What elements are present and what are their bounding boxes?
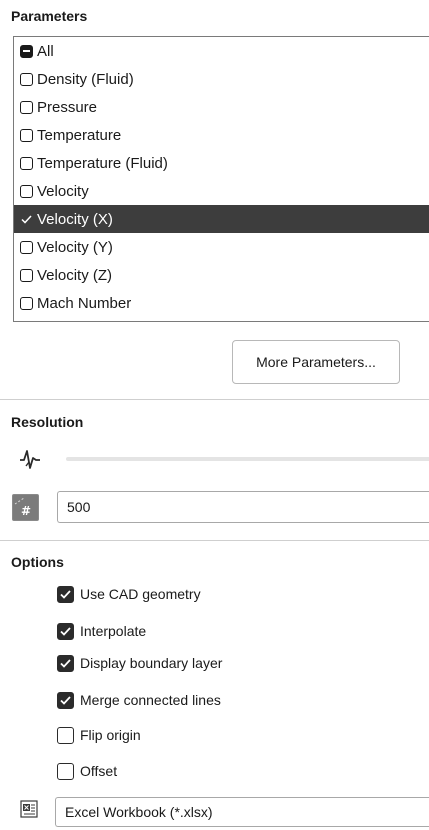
checked-checkbox-icon[interactable] xyxy=(57,654,74,672)
param-item-temperature[interactable]: Temperature xyxy=(14,121,429,149)
excel-file-icon xyxy=(20,800,38,818)
param-item-pressure[interactable]: Pressure xyxy=(14,93,429,121)
indeterminate-checkbox-icon[interactable] xyxy=(20,44,33,58)
option-offset[interactable]: Offset xyxy=(57,761,117,781)
checkbox-icon[interactable] xyxy=(20,156,33,170)
points-count-icon: # xyxy=(12,494,39,521)
option-label: Display boundary layer xyxy=(80,655,223,671)
more-parameters-button[interactable]: More Parameters... xyxy=(232,340,400,384)
option-display-boundary-layer[interactable]: Display boundary layer xyxy=(57,653,222,673)
param-item-label: Velocity (Y) xyxy=(37,238,113,256)
param-item-velocity-z[interactable]: Velocity (Z) xyxy=(14,261,429,289)
param-item-label: Temperature xyxy=(37,126,122,144)
param-item-label: Velocity (X) xyxy=(37,210,113,228)
checked-checkbox-icon[interactable] xyxy=(57,691,74,709)
checkbox-icon[interactable] xyxy=(57,726,74,744)
param-item-density-fluid[interactable]: Density (Fluid) xyxy=(14,65,429,93)
parameters-list[interactable]: All Density (Fluid) Pressure Temperature… xyxy=(13,36,429,322)
param-item-label: Density (Fluid) xyxy=(37,70,134,88)
param-item-label: Mach Number xyxy=(37,294,132,312)
checkbox-icon[interactable] xyxy=(20,296,33,310)
options-title: Options xyxy=(11,554,64,570)
divider xyxy=(0,399,429,400)
parameters-title: Parameters xyxy=(11,8,88,24)
param-item-velocity-x[interactable]: Velocity (X) xyxy=(14,205,429,233)
checkbox-icon[interactable] xyxy=(20,72,33,86)
divider xyxy=(0,540,429,541)
option-label: Flip origin xyxy=(80,727,141,743)
resolution-input[interactable] xyxy=(57,491,429,523)
checkbox-icon[interactable] xyxy=(20,100,33,114)
resolution-slider[interactable] xyxy=(66,457,429,461)
param-item-temperature-fluid[interactable]: Temperature (Fluid) xyxy=(14,149,429,177)
resolution-title: Resolution xyxy=(11,414,84,430)
option-flip-origin[interactable]: Flip origin xyxy=(57,725,141,745)
option-interpolate[interactable]: Interpolate xyxy=(57,621,146,641)
waveform-icon xyxy=(20,450,40,469)
option-label: Interpolate xyxy=(80,623,147,639)
checked-checkbox-icon[interactable] xyxy=(57,622,74,640)
checkmark-icon[interactable] xyxy=(20,213,33,226)
svg-text:#: # xyxy=(21,504,31,518)
checkbox-icon[interactable] xyxy=(20,184,33,198)
checkbox-icon[interactable] xyxy=(57,762,74,780)
checkbox-icon[interactable] xyxy=(20,268,33,282)
param-item-label: Pressure xyxy=(37,98,98,116)
param-item-partial[interactable] xyxy=(14,317,429,321)
option-label: Use CAD geometry xyxy=(80,586,201,602)
export-format-select[interactable]: Excel Workbook (*.xlsx) xyxy=(55,797,429,827)
option-label: Offset xyxy=(80,763,118,779)
param-item-velocity-y[interactable]: Velocity (Y) xyxy=(14,233,429,261)
checked-checkbox-icon[interactable] xyxy=(57,585,74,603)
param-item-all[interactable]: All xyxy=(14,37,429,65)
option-use-cad-geometry[interactable]: Use CAD geometry xyxy=(57,584,201,604)
checkbox-icon[interactable] xyxy=(20,128,33,142)
option-label: Merge connected lines xyxy=(80,692,221,708)
param-item-velocity[interactable]: Velocity xyxy=(14,177,429,205)
param-item-label: Velocity (Z) xyxy=(37,266,113,284)
param-item-label: Temperature (Fluid) xyxy=(37,154,168,172)
param-item-label: Velocity xyxy=(37,182,89,200)
checkbox-icon[interactable] xyxy=(20,240,33,254)
option-merge-connected-lines[interactable]: Merge connected lines xyxy=(57,690,221,710)
param-item-mach-number[interactable]: Mach Number xyxy=(14,289,429,317)
param-item-label: All xyxy=(37,42,54,60)
